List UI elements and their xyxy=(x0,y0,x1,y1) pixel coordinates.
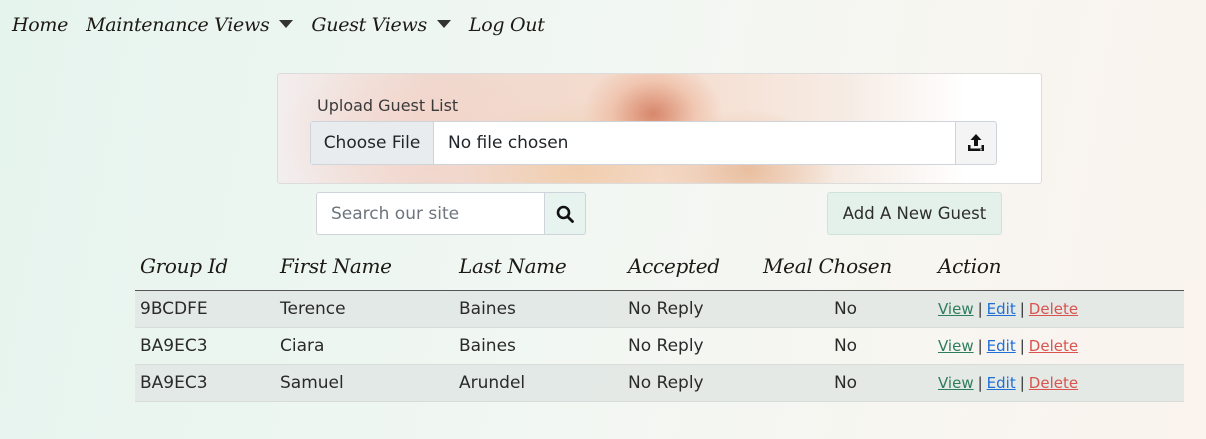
table-header-row: Group Id First Name Last Name Accepted M… xyxy=(135,242,1184,291)
caret-down-icon xyxy=(436,20,451,28)
delete-link[interactable]: Delete xyxy=(1029,300,1078,318)
cell-group-id: 9BCDFE xyxy=(135,290,275,328)
nav-home[interactable]: Home xyxy=(12,14,68,36)
table-row: BA9EC3 Ciara Baines No Reply No View | Edi… xyxy=(135,327,1184,365)
cell-first-name: Ciara xyxy=(275,327,454,365)
add-new-guest-button[interactable]: Add A New Guest xyxy=(827,192,1002,235)
search-input[interactable] xyxy=(316,192,545,235)
cell-group-id: BA9EC3 xyxy=(135,364,275,402)
cell-last-name: Arundel xyxy=(454,364,623,402)
search-button[interactable] xyxy=(545,192,586,235)
top-nav: Home Maintenance Views Guest Views Log O… xyxy=(12,10,563,40)
column-header-action: Action xyxy=(933,242,1184,291)
cell-meal-chosen: No xyxy=(758,290,933,328)
cell-meal-chosen: No xyxy=(758,364,933,402)
column-header-last-name: Last Name xyxy=(454,242,623,291)
view-link[interactable]: View xyxy=(938,337,974,355)
nav-maintenance-views-label: Maintenance Views xyxy=(86,14,270,36)
nav-log-out[interactable]: Log Out xyxy=(469,14,545,36)
search-icon xyxy=(556,205,574,223)
nav-guest-views-label: Guest Views xyxy=(311,14,427,36)
caret-down-icon xyxy=(279,20,294,28)
column-header-first-name: First Name xyxy=(275,242,454,291)
view-link[interactable]: View xyxy=(938,374,974,392)
cell-last-name: Baines xyxy=(454,290,623,328)
separator: | xyxy=(977,300,983,318)
edit-link[interactable]: Edit xyxy=(987,300,1016,318)
view-link[interactable]: View xyxy=(938,300,974,318)
column-header-meal-chosen: Meal Chosen xyxy=(758,242,933,291)
cell-first-name: Terence xyxy=(275,290,454,328)
cell-actions: View | Edit | Delete xyxy=(933,364,1184,402)
column-header-group-id: Group Id xyxy=(135,242,275,291)
cell-meal-chosen: No xyxy=(758,327,933,365)
upload-label: Upload Guest List xyxy=(317,96,459,115)
separator: | xyxy=(1019,374,1025,392)
nav-maintenance-views[interactable]: Maintenance Views xyxy=(86,14,294,36)
separator: | xyxy=(977,337,983,355)
cell-last-name: Baines xyxy=(454,327,623,365)
separator: | xyxy=(977,374,983,392)
edit-link[interactable]: Edit xyxy=(987,374,1016,392)
cell-first-name: Samuel xyxy=(275,364,454,402)
nav-log-out-label: Log Out xyxy=(468,14,545,36)
nav-home-label: Home xyxy=(12,14,69,36)
search-group xyxy=(316,192,586,235)
separator: | xyxy=(1019,300,1025,318)
file-status: No file chosen xyxy=(448,133,569,153)
nav-guest-views[interactable]: Guest Views xyxy=(311,14,451,36)
cell-accepted: No Reply xyxy=(623,290,758,328)
cell-group-id: BA9EC3 xyxy=(135,327,275,365)
delete-link[interactable]: Delete xyxy=(1029,374,1078,392)
edit-link[interactable]: Edit xyxy=(987,337,1016,355)
table-row: BA9EC3 Samuel Arundel No Reply No View | E… xyxy=(135,364,1184,402)
cell-actions: View | Edit | Delete xyxy=(933,327,1184,365)
choose-file-button[interactable]: Choose File xyxy=(311,122,434,164)
guest-table: Group Id First Name Last Name Accepted M… xyxy=(135,242,1184,402)
column-header-accepted: Accepted xyxy=(623,242,758,291)
upload-card: Upload Guest List Choose File No file ch… xyxy=(277,73,1042,184)
delete-link[interactable]: Delete xyxy=(1029,337,1078,355)
file-input[interactable]: Choose File No file chosen xyxy=(310,121,957,165)
cell-accepted: No Reply xyxy=(623,364,758,402)
cell-actions: View | Edit | Delete xyxy=(933,290,1184,328)
table-row: 9BCDFE Terence Baines No Reply No View | E… xyxy=(135,290,1184,328)
upload-icon xyxy=(968,134,984,151)
separator: | xyxy=(1019,337,1025,355)
cell-accepted: No Reply xyxy=(623,327,758,365)
upload-button[interactable] xyxy=(955,121,997,165)
